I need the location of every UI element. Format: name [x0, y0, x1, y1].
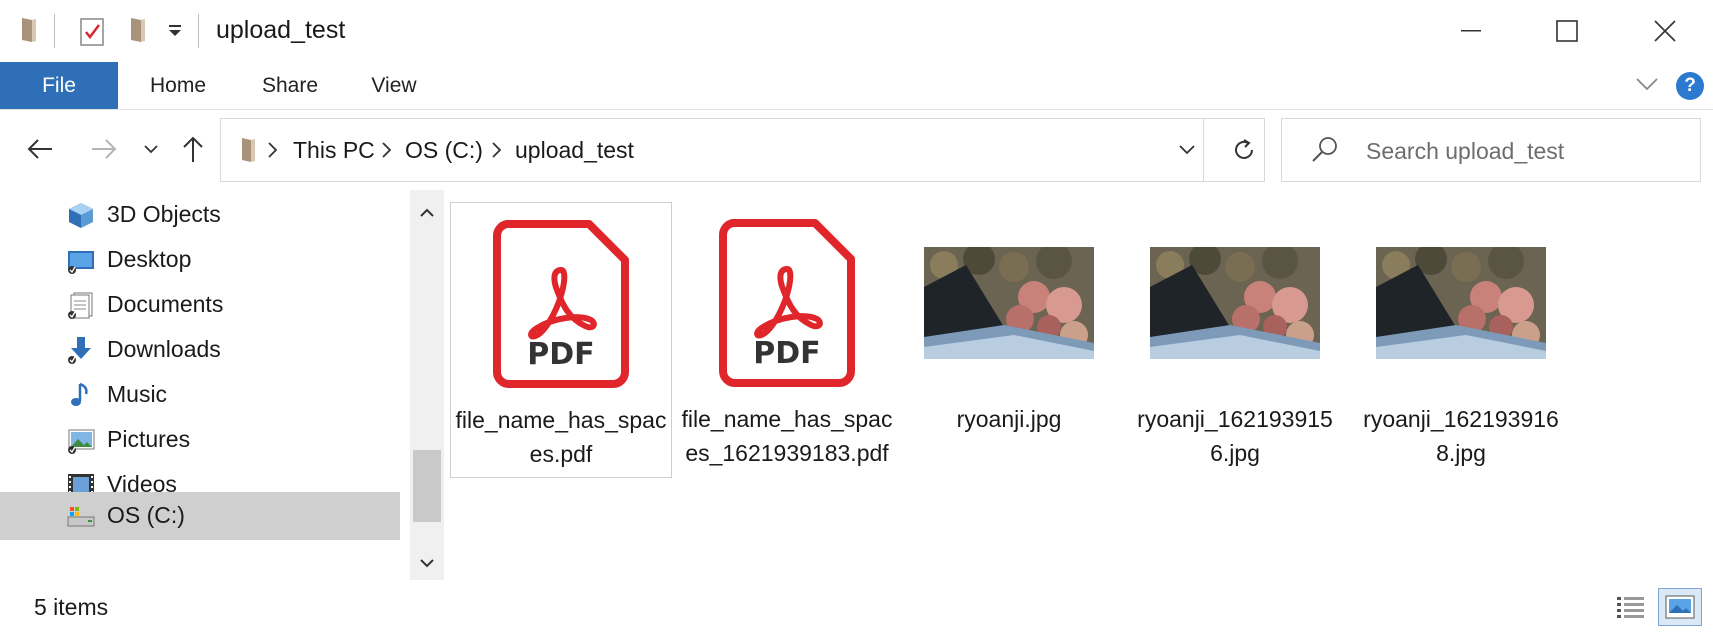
nav-pane-scrollbar[interactable]	[410, 190, 444, 580]
nav-item-label: Documents	[107, 291, 224, 317]
up-button[interactable]	[176, 132, 210, 166]
breadcrumb-separator-icon[interactable]	[381, 141, 393, 164]
search-icon	[1310, 135, 1340, 170]
details-view-button[interactable]	[1614, 592, 1648, 622]
svg-text:PDF: PDF	[527, 337, 594, 372]
window-title: upload_test	[216, 16, 346, 44]
downloads-icon	[66, 335, 96, 365]
tab-share[interactable]: Share	[242, 62, 338, 109]
nav-item-label: Downloads	[107, 336, 221, 362]
arrow-right-icon	[92, 139, 117, 159]
search-input[interactable]: Search upload_test	[1281, 118, 1701, 182]
breadcrumb-os-c[interactable]: OS (C:)	[405, 137, 483, 164]
file-item[interactable]: ryoanji_1621939156.jpg	[1124, 202, 1346, 478]
ribbon-tabs: File Home Share View ?	[0, 62, 1713, 110]
file-name: ryoanji_1621939168.jpg	[1363, 406, 1559, 466]
file-name: ryoanji_1621939156.jpg	[1137, 406, 1333, 466]
new-folder-icon[interactable]	[127, 16, 149, 49]
chevron-down-icon	[420, 559, 434, 568]
search-placeholder: Search upload_test	[1366, 138, 1565, 164]
pictures-icon	[66, 425, 96, 455]
address-bar[interactable]: This PC OS (C:) upload_test	[220, 118, 1265, 182]
large-icons-view-icon	[1665, 595, 1695, 619]
navigation-bar: This PC OS (C:) upload_test Search uploa…	[0, 110, 1713, 188]
maximize-button[interactable]	[1519, 0, 1615, 62]
properties-icon[interactable]	[80, 16, 104, 51]
svg-text:PDF: PDF	[753, 336, 820, 371]
customize-toolbar-icon[interactable]	[168, 24, 182, 43]
breadcrumb-upload-test[interactable]: upload_test	[515, 137, 634, 164]
status-bar: 5 items	[0, 580, 1713, 634]
image-thumbnail	[898, 210, 1120, 396]
refresh-button[interactable]	[1227, 133, 1261, 167]
file-item[interactable]: PDF file_name_has_spaces_1621939183.pdf	[676, 202, 898, 478]
nav-item-3d-objects[interactable]: 3D Objects	[0, 190, 400, 238]
back-button[interactable]	[20, 132, 60, 166]
help-icon[interactable]: ?	[1676, 72, 1704, 100]
breadcrumb-this-pc[interactable]: This PC	[293, 137, 375, 164]
nav-item-os-c[interactable]: OS (C:)	[0, 492, 400, 540]
nav-item-pictures[interactable]: Pictures	[0, 415, 400, 463]
documents-icon	[66, 290, 96, 320]
expand-ribbon-icon[interactable]	[1635, 76, 1659, 97]
arrow-left-icon	[27, 139, 52, 159]
tab-view[interactable]: View	[350, 62, 438, 109]
file-list: PDF file_name_has_spaces.pdf PDF file_na…	[444, 190, 1713, 580]
navigation-pane: 3D Objects Desktop Documents Downloads M…	[0, 190, 410, 580]
folder-icon[interactable]	[18, 16, 40, 49]
nav-item-label: Pictures	[107, 426, 191, 452]
nav-item-documents[interactable]: Documents	[0, 280, 400, 328]
folder-icon	[239, 136, 259, 169]
quick-access-divider	[54, 14, 55, 48]
breadcrumb-separator-icon[interactable]	[491, 141, 503, 164]
item-count: 5 items	[34, 594, 109, 620]
drive-icon	[66, 501, 96, 531]
chevron-down-icon	[1179, 145, 1195, 155]
scroll-thumb[interactable]	[413, 450, 441, 522]
address-history-button[interactable]	[1161, 119, 1213, 181]
image-thumbnail	[1124, 210, 1346, 396]
pdf-file-icon: PDF	[676, 210, 898, 396]
refresh-icon	[1235, 139, 1253, 159]
arrow-up-icon	[183, 136, 203, 162]
recent-locations-button[interactable]	[140, 138, 162, 160]
file-item[interactable]: ryoanji.jpg	[898, 202, 1120, 478]
file-name: ryoanji.jpg	[956, 406, 1062, 432]
3d-objects-icon	[66, 200, 96, 230]
image-thumbnail	[1350, 210, 1572, 396]
close-button[interactable]	[1617, 0, 1713, 62]
large-icons-view-button[interactable]	[1658, 588, 1702, 626]
close-icon	[1654, 20, 1676, 42]
chevron-down-icon	[144, 145, 158, 154]
chevron-up-icon	[420, 208, 434, 217]
nav-item-downloads[interactable]: Downloads	[0, 325, 400, 373]
forward-button[interactable]	[84, 132, 124, 166]
title-divider	[198, 14, 199, 48]
scroll-down-button[interactable]	[410, 548, 444, 578]
tab-file[interactable]: File	[0, 62, 118, 109]
nav-item-music[interactable]: Music	[0, 370, 400, 418]
music-icon	[66, 380, 96, 410]
nav-item-label: Music	[107, 381, 168, 407]
nav-item-label: OS (C:)	[107, 502, 185, 528]
scroll-up-button[interactable]	[410, 198, 444, 228]
nav-item-label: Desktop	[107, 246, 192, 272]
tab-home[interactable]: Home	[130, 62, 226, 109]
pdf-file-icon: PDF	[451, 211, 671, 397]
file-item[interactable]: ryoanji_1621939168.jpg	[1350, 202, 1572, 478]
file-item[interactable]: PDF file_name_has_spaces.pdf	[450, 202, 672, 478]
address-divider	[1203, 119, 1204, 181]
details-view-icon	[1617, 597, 1644, 618]
file-name: file_name_has_spaces.pdf	[455, 407, 667, 467]
breadcrumb-separator-icon[interactable]	[267, 141, 279, 164]
nav-item-desktop[interactable]: Desktop	[0, 235, 400, 283]
desktop-icon	[66, 245, 96, 275]
file-name: file_name_has_spaces_1621939183.pdf	[681, 406, 893, 466]
nav-item-label: 3D Objects	[107, 201, 221, 227]
minimize-button[interactable]	[1423, 0, 1519, 62]
title-bar: upload_test	[0, 0, 1713, 62]
